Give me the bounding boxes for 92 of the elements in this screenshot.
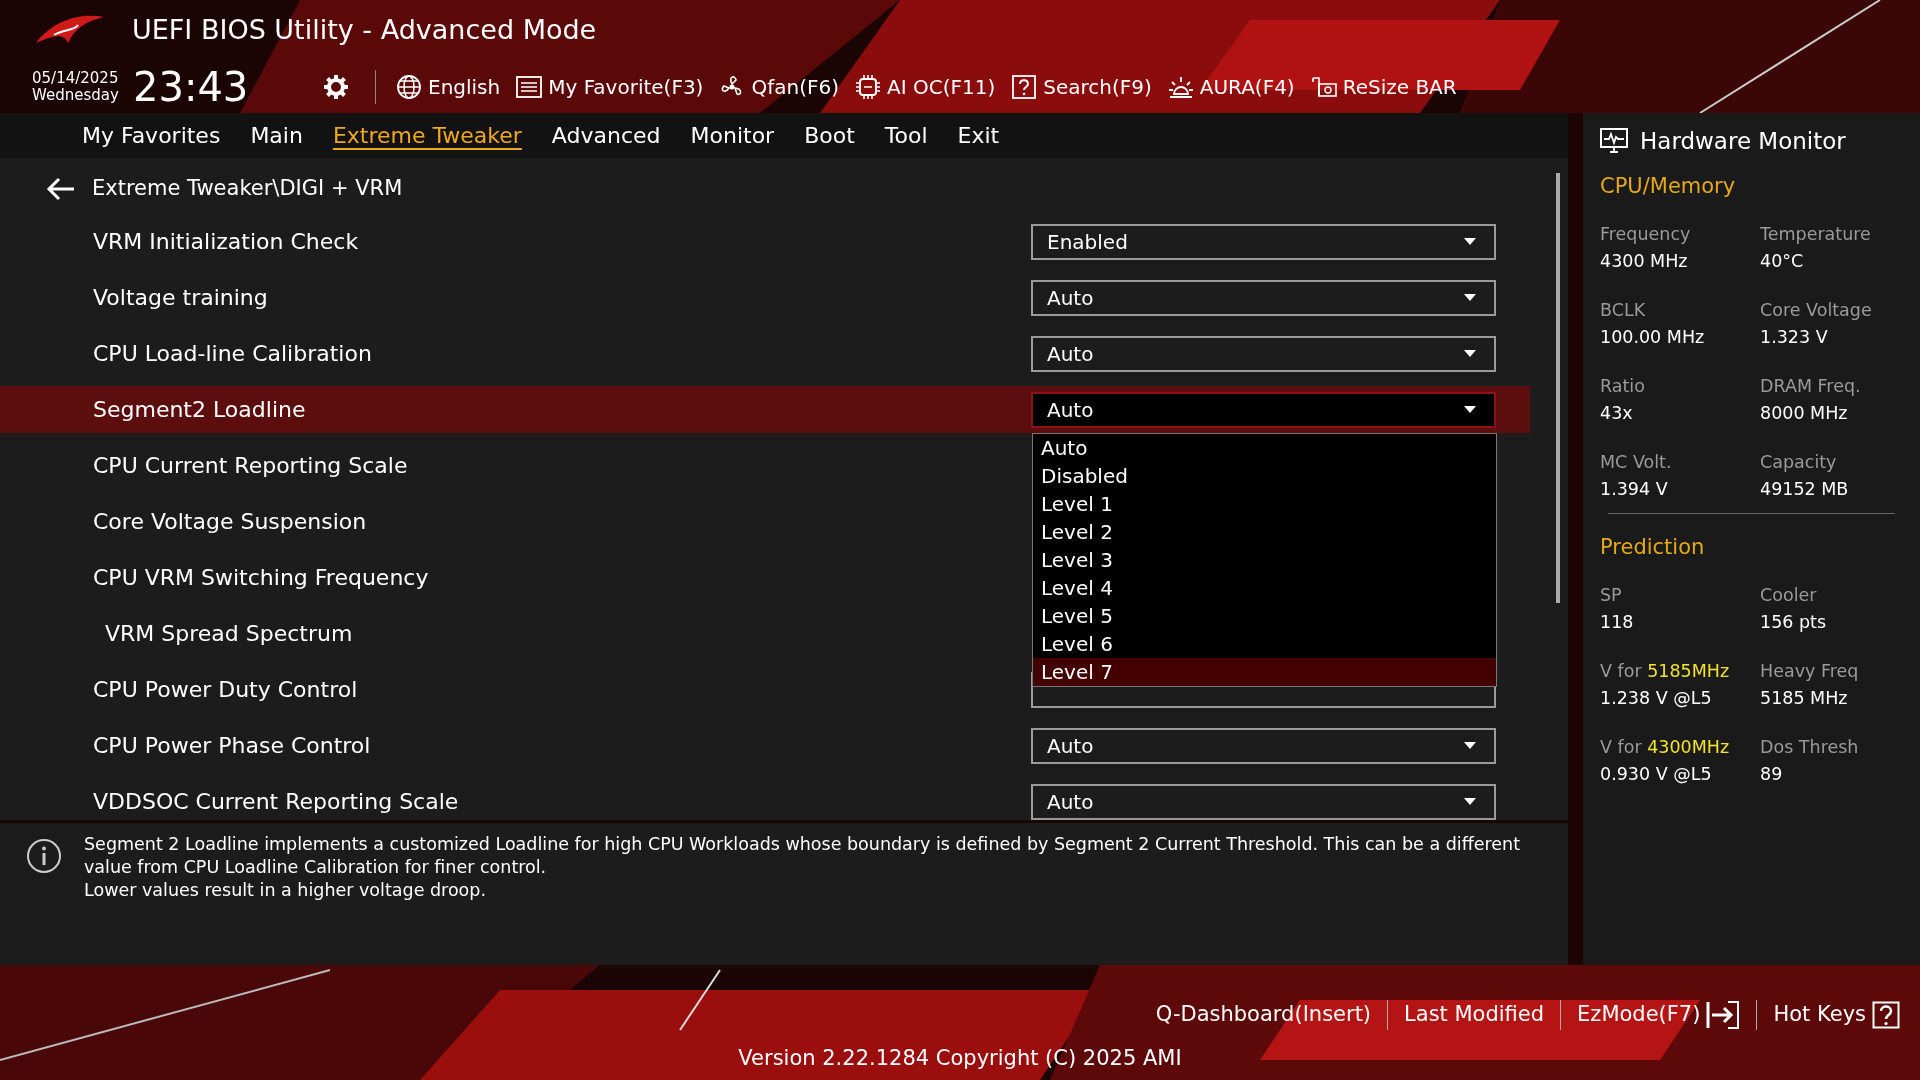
dropdown-select[interactable]: Auto bbox=[1031, 279, 1496, 316]
menu-tab[interactable]: My Favorites bbox=[82, 118, 221, 152]
setting-label[interactable]: CPU Power Phase Control bbox=[0, 729, 371, 763]
stat-value: 89 bbox=[1760, 763, 1784, 786]
stat-value: 8000 MHz bbox=[1760, 402, 1849, 425]
stat-label: Cooler bbox=[1760, 584, 1818, 607]
stat-value: 1.394 V bbox=[1600, 478, 1669, 501]
section-title: Prediction bbox=[1600, 534, 1706, 561]
toolbar-button[interactable]: Qfan(F6) bbox=[719, 71, 839, 102]
menu-tab[interactable]: Monitor bbox=[690, 118, 775, 152]
menu-tab[interactable]: Tool bbox=[884, 118, 928, 152]
help-icon bbox=[1872, 1000, 1900, 1029]
setting-label[interactable]: CPU Current Reporting Scale bbox=[0, 449, 408, 483]
toolbar-button[interactable]: AI OC(F11) bbox=[855, 71, 996, 102]
window-title: UEFI BIOS Utility - Advanced Mode bbox=[132, 12, 597, 47]
help-text: Lower values result in a higher voltage droop. bbox=[84, 879, 487, 903]
stat-value: 118 bbox=[1600, 611, 1635, 634]
stat-label: Core Voltage bbox=[1760, 299, 1873, 322]
caret-icon bbox=[1464, 406, 1476, 414]
stat-label: MC Volt. bbox=[1600, 451, 1673, 474]
caret-icon bbox=[1464, 238, 1476, 246]
stat-value: 1.323 V bbox=[1760, 326, 1829, 349]
menu-tab[interactable]: Advanced bbox=[551, 118, 661, 152]
dropdown-select[interactable]: Auto bbox=[1031, 391, 1496, 428]
chip-icon bbox=[855, 73, 881, 100]
caret-icon bbox=[1464, 350, 1476, 358]
help-box-icon bbox=[1011, 73, 1038, 100]
setting-label[interactable]: Voltage training bbox=[0, 281, 268, 315]
menu-tab[interactable]: Exit bbox=[957, 118, 1000, 152]
stat-label: Dos Thresh bbox=[1760, 736, 1860, 759]
gear-icon[interactable] bbox=[323, 73, 349, 100]
stat-label: V for 4300MHz bbox=[1600, 736, 1731, 759]
stat-label: DRAM Freq. bbox=[1760, 375, 1862, 398]
stat-value: 100.00 MHz bbox=[1600, 326, 1706, 349]
stat-value: 1.238 V @L5 bbox=[1600, 687, 1713, 710]
weekday-text: Wednesday bbox=[32, 86, 120, 104]
language-button[interactable]: English bbox=[396, 71, 501, 102]
dropdown-select[interactable]: Auto bbox=[1031, 783, 1496, 820]
footer-button[interactable]: Hot Keys bbox=[1773, 999, 1900, 1031]
toolbar-button[interactable]: ReSize BAR bbox=[1310, 71, 1457, 102]
caret-icon bbox=[1464, 294, 1476, 302]
section-title: CPU/Memory bbox=[1600, 173, 1737, 200]
stat-label: Heavy Freq bbox=[1760, 660, 1860, 683]
panel-title: Hardware Monitor bbox=[1640, 126, 1846, 156]
toolbar-button[interactable]: My Favorite(F3) bbox=[516, 71, 704, 102]
stat-value: 49152 MB bbox=[1760, 478, 1850, 501]
breadcrumb-path: Extreme Tweaker\DIGI + VRM bbox=[92, 175, 403, 203]
setting-label[interactable]: CPU Load-line Calibration bbox=[0, 337, 372, 371]
stat-value: 5185 MHz bbox=[1760, 687, 1849, 710]
footer-button[interactable]: EzMode(F7) bbox=[1577, 999, 1741, 1031]
stat-label: SP bbox=[1600, 584, 1623, 607]
info-icon bbox=[26, 838, 62, 875]
caret-icon bbox=[1464, 742, 1476, 750]
exit-icon bbox=[1706, 999, 1741, 1030]
date-text: 05/14/2025 bbox=[32, 69, 120, 87]
stat-value: 40°C bbox=[1760, 250, 1805, 273]
setting-label: Segment2 Loadline bbox=[92, 396, 306, 425]
scrollbar[interactable] bbox=[1556, 172, 1560, 603]
dropdown-option[interactable]: Level 7 bbox=[1033, 658, 1496, 687]
menu-tab[interactable]: Extreme Tweaker bbox=[332, 118, 522, 152]
setting-label[interactable]: VRM Initialization Check bbox=[0, 225, 359, 259]
version-text: Version 2.22.1284 Copyright (C) 2025 AMI bbox=[737, 1045, 1183, 1072]
stat-label: BCLK bbox=[1600, 299, 1647, 322]
footer-button[interactable]: Q-Dashboard(Insert) bbox=[1155, 999, 1372, 1031]
stat-label: Ratio bbox=[1600, 375, 1646, 398]
back-arrow-icon[interactable] bbox=[46, 176, 76, 201]
list-icon bbox=[516, 73, 543, 100]
stat-label: Capacity bbox=[1760, 451, 1838, 474]
caret-icon bbox=[1464, 798, 1476, 806]
setting-label[interactable]: CPU VRM Switching Frequency bbox=[0, 561, 429, 595]
globe-icon bbox=[396, 73, 422, 100]
stat-label: Temperature bbox=[1760, 223, 1872, 246]
stat-value: 43x bbox=[1600, 402, 1634, 425]
footer-button[interactable]: Last Modified bbox=[1404, 999, 1545, 1031]
stat-value: 0.930 V @L5 bbox=[1600, 763, 1713, 786]
clock-time: 23:43 bbox=[133, 62, 250, 112]
dropdown-select[interactable]: Enabled bbox=[1031, 223, 1496, 260]
stat-value: 156 pts bbox=[1760, 611, 1828, 634]
stat-value: 4300 MHz bbox=[1600, 250, 1689, 273]
setting-label[interactable]: VDDSOC Current Reporting Scale bbox=[0, 785, 459, 819]
setting-label[interactable]: Core Voltage Suspension bbox=[0, 505, 367, 539]
toolbar-button[interactable]: Search(F9) bbox=[1011, 71, 1152, 102]
stat-label: V for 5185MHz bbox=[1600, 660, 1731, 683]
dropdown-select[interactable]: Auto bbox=[1031, 335, 1496, 372]
dropdown-select[interactable]: Auto bbox=[1031, 727, 1496, 764]
menu-tab[interactable]: Boot bbox=[804, 118, 855, 152]
stat-label: Frequency bbox=[1600, 223, 1692, 246]
help-text: Segment 2 Loadline implements a customized Loadline for high CPU Workloads whose boundary is defined by Segment 2 Current Threshold. This can be a different value from CPU Loadline Calibration for finer control. bbox=[84, 833, 1521, 880]
setting-label[interactable]: VRM Spread Spectrum bbox=[0, 617, 353, 651]
monitor-icon bbox=[1600, 128, 1628, 154]
toolbar-button[interactable]: AURA(F4) bbox=[1167, 71, 1295, 102]
menu-tab[interactable]: Main bbox=[250, 118, 303, 152]
